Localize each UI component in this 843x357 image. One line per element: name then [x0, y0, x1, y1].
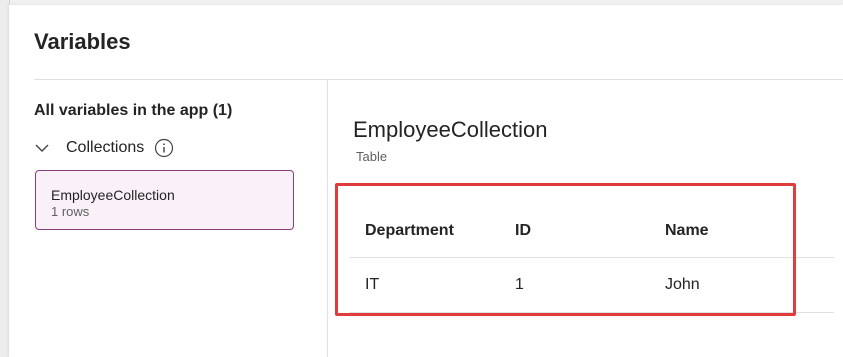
- all-variables-heading: All variables in the app (1): [34, 102, 233, 119]
- table-cell-id: 1: [499, 257, 649, 313]
- detail-type-label: Table: [356, 149, 388, 164]
- table-header-row: Department ID Name: [349, 205, 834, 258]
- dialog-title: Variables: [34, 29, 131, 54]
- column-header-name: Name: [649, 205, 834, 258]
- variables-list-pane: All variables in the app (1) Collections…: [9, 80, 327, 357]
- detail-title: EmployeeCollection: [353, 117, 548, 142]
- table-cell-name: John: [649, 257, 834, 313]
- data-table: Department ID Name IT 1 John: [349, 205, 834, 313]
- table-cell-department: IT: [349, 257, 499, 313]
- info-icon[interactable]: [154, 138, 174, 158]
- column-header-id: ID: [499, 205, 649, 258]
- variable-card-name: EmployeeCollection: [51, 187, 175, 203]
- column-header-department: Department: [349, 205, 499, 258]
- variable-card-row-count: 1 rows: [51, 204, 90, 219]
- table-row: IT 1 John: [349, 257, 834, 313]
- collections-group-label: Collections: [66, 139, 145, 156]
- collection-table: Department ID Name IT 1 John: [349, 205, 834, 313]
- variable-card-employeecollection[interactable]: EmployeeCollection 1 rows: [35, 170, 294, 230]
- collections-group-toggle[interactable]: Collections: [34, 136, 174, 160]
- pane-divider: [327, 80, 328, 357]
- chevron-down-icon: [35, 144, 49, 152]
